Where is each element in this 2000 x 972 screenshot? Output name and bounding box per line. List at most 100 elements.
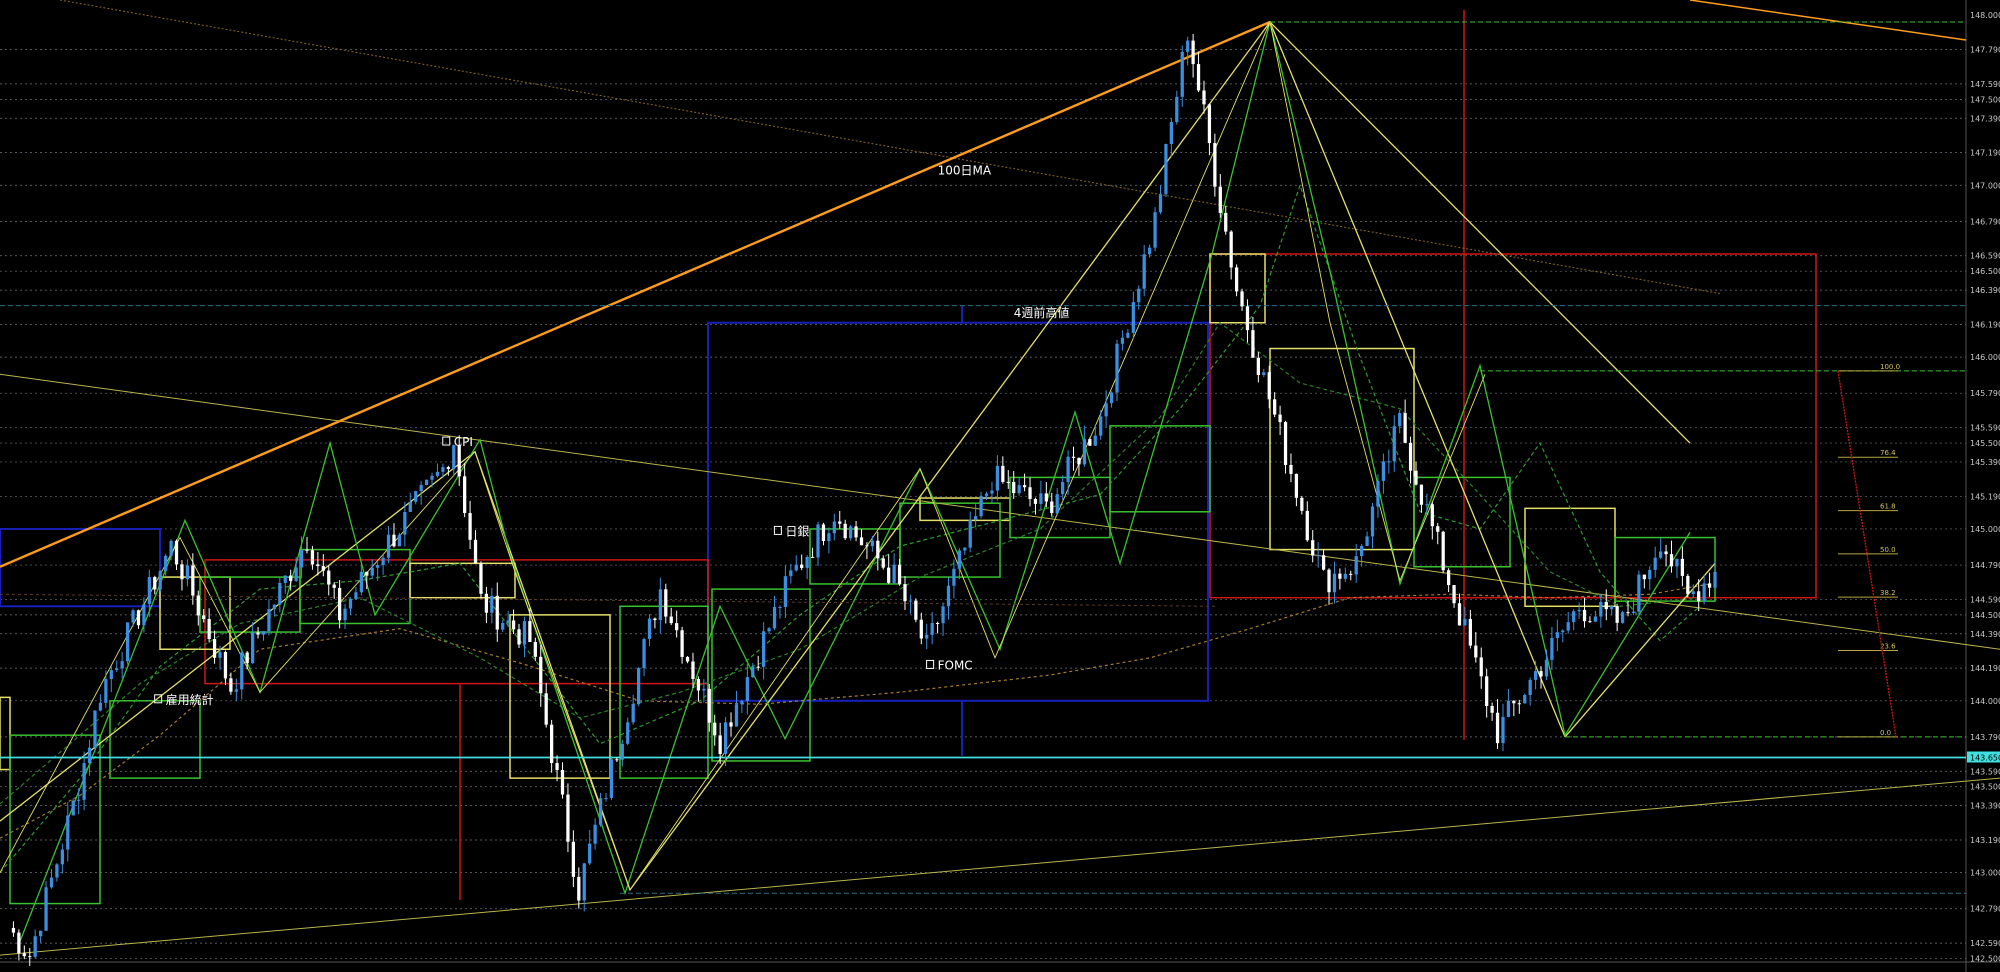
candle-body	[1109, 392, 1114, 404]
candle-body	[1550, 638, 1554, 660]
candle-body	[566, 794, 570, 842]
candle-body	[1082, 439, 1087, 465]
candle-body	[723, 722, 728, 755]
candle-body	[908, 600, 913, 602]
candle-body	[93, 710, 97, 748]
candle-body	[1593, 616, 1598, 622]
candle-body	[609, 759, 614, 798]
candle-body	[859, 537, 864, 546]
price-axis-label: 143.790	[1970, 733, 2000, 742]
ma-medium	[0, 321, 1701, 805]
trendline-dotted	[59, 0, 1721, 295]
candle-body	[202, 615, 206, 620]
candle-body	[1457, 603, 1462, 626]
price-axis-label: 147.190	[1970, 149, 2000, 158]
price-axis-label: 142.500	[1970, 955, 2000, 964]
candle-body	[1468, 619, 1472, 646]
candle-body	[180, 564, 184, 580]
candle-body	[1642, 574, 1646, 580]
candle-body	[914, 600, 918, 620]
candle-body	[1604, 601, 1608, 610]
candle-body	[1012, 481, 1016, 494]
candle-body	[1191, 40, 1195, 65]
range-box	[1269, 347, 1415, 551]
candle-body	[207, 619, 211, 640]
candle-body	[1044, 493, 1048, 502]
price-axis-label: 145.390	[1970, 458, 2000, 467]
candle-body	[718, 735, 722, 755]
candle-body	[789, 570, 793, 577]
candle-body	[403, 511, 407, 535]
candle-body	[1262, 372, 1266, 376]
candle-body	[892, 564, 896, 583]
candle-body	[490, 595, 494, 613]
candle-body	[544, 693, 548, 725]
candle-body	[1425, 504, 1429, 506]
candle-body	[120, 661, 124, 669]
candle-body	[1305, 510, 1309, 541]
candle-body	[560, 770, 565, 795]
candle-body	[44, 887, 48, 931]
candle-body	[588, 843, 592, 864]
candle-body	[1147, 247, 1152, 255]
candle-body	[1414, 470, 1418, 485]
candle-body	[680, 630, 684, 657]
candle-body	[1256, 357, 1260, 376]
candle-body	[1278, 414, 1282, 423]
candle-body	[294, 567, 298, 581]
candle-body	[1539, 671, 1543, 677]
range-box	[109, 700, 201, 779]
candle-body	[1631, 611, 1636, 614]
candle-body	[1218, 186, 1222, 213]
candle-body	[816, 524, 820, 558]
candle-body	[1452, 585, 1456, 604]
candle-body	[392, 534, 396, 547]
candle-body	[229, 678, 233, 692]
candle-body	[125, 622, 130, 662]
candle-body	[511, 620, 516, 630]
candle-body	[1398, 413, 1402, 427]
price-axis-label: 146.190	[1970, 320, 2000, 329]
candle-body	[1180, 51, 1184, 97]
candle-body	[441, 467, 445, 472]
candle-body	[707, 688, 711, 723]
candle-body	[778, 606, 782, 608]
candle-body	[620, 743, 624, 760]
candle-body	[1610, 606, 1614, 610]
candle-body	[805, 556, 809, 568]
candle-body	[397, 534, 402, 547]
candle-body	[919, 619, 923, 639]
candle-body	[87, 747, 92, 764]
candle-body	[310, 550, 315, 565]
candle-body	[1120, 337, 1125, 344]
candle-body	[1164, 144, 1168, 195]
candle-body	[827, 533, 831, 542]
candle-body	[1283, 422, 1288, 465]
price-axis-label: 147.790	[1970, 46, 2000, 55]
candle-body	[1028, 487, 1032, 499]
candle-body	[1463, 619, 1467, 626]
event-flag-icon	[773, 525, 782, 535]
candle-body	[365, 571, 369, 576]
candle-body	[1050, 501, 1054, 514]
candle-body	[38, 930, 43, 937]
price-axis-label: 147.000	[1970, 181, 2000, 190]
candle-body	[533, 642, 537, 657]
candle-body	[1713, 571, 1717, 588]
candle-body	[321, 566, 325, 571]
candle-body	[11, 927, 16, 933]
candle-body	[446, 467, 450, 469]
price-axis-label: 147.590	[1970, 80, 2000, 89]
candle-body	[1126, 332, 1130, 338]
price-axis-label: 143.500	[1970, 783, 2000, 792]
candle-body	[1403, 413, 1407, 443]
candle-body	[794, 564, 798, 571]
candle-body	[1582, 609, 1587, 622]
candle-body	[1300, 497, 1304, 511]
candle-body	[848, 526, 853, 539]
candle-body	[1648, 569, 1652, 580]
candle-body	[952, 568, 956, 586]
candle-body	[740, 700, 744, 705]
candle-body	[435, 471, 440, 476]
trendline-ascending	[0, 777, 2000, 956]
